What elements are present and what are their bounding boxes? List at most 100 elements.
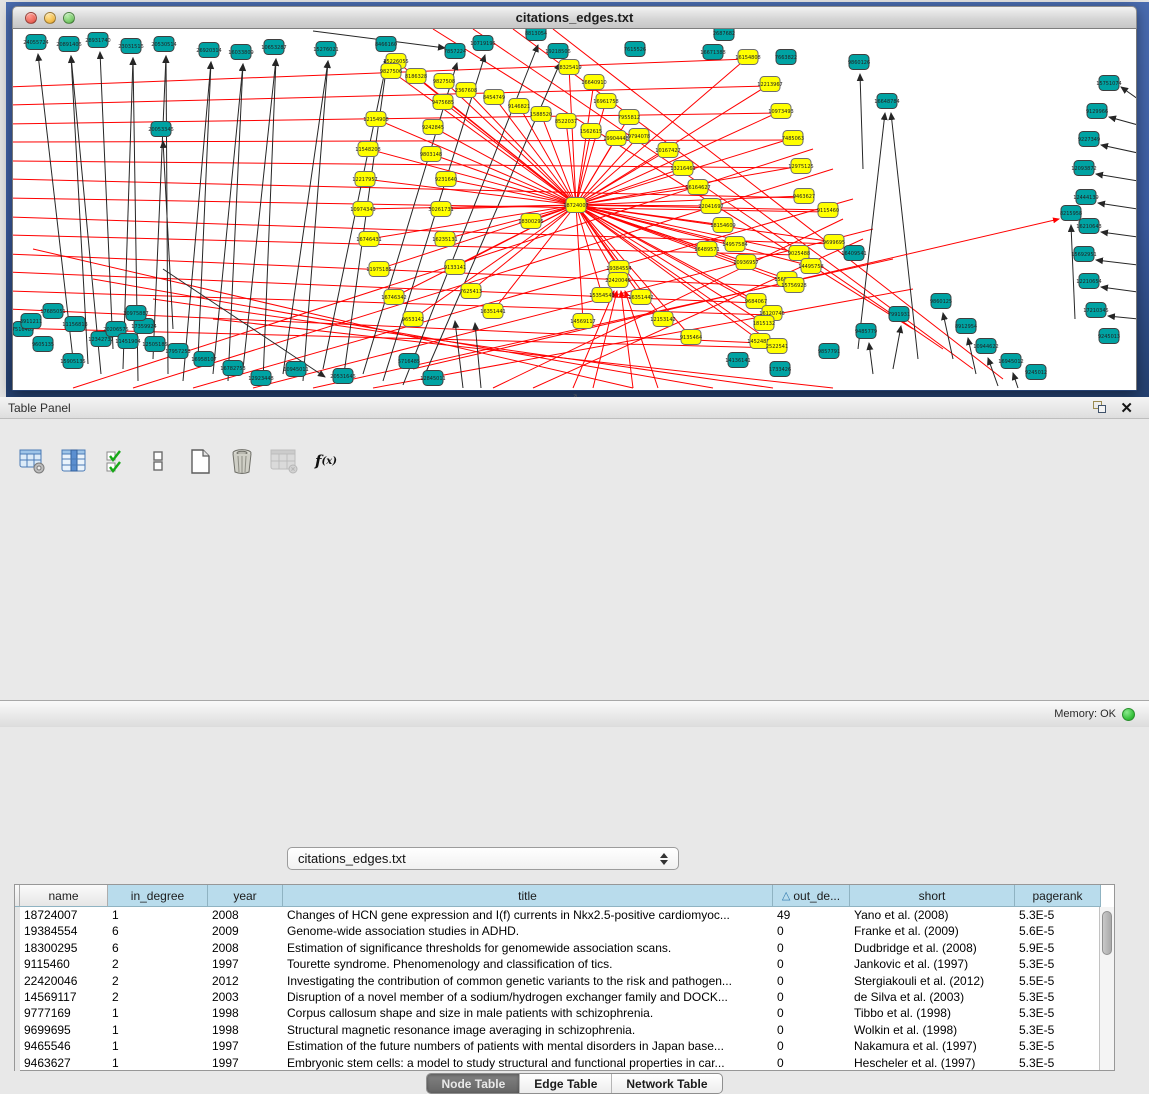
graph-node[interactable]: 15905135 [60,354,85,369]
graph-node[interactable]: 9605135 [32,337,54,352]
table-cell[interactable]: 5.3E-5 [1015,1005,1101,1021]
table-cell[interactable]: Tourette syndrome. Phenomenology and cla… [283,956,773,972]
graph-node[interactable]: 10167427 [655,143,680,158]
graph-node[interactable]: 20531646 [330,369,355,384]
graph-node[interactable]: 8454749 [483,90,505,105]
graph-node[interactable]: 8912954 [955,319,977,334]
graph-node[interactable]: 11975185 [366,262,391,277]
float-panel-icon[interactable] [1093,401,1107,414]
graph-node[interactable]: 14136141 [725,353,750,368]
table-cell[interactable]: 0 [773,923,850,939]
graph-node[interactable]: 9653142 [402,312,424,327]
table-cell[interactable]: 2008 [208,940,283,956]
graph-node[interactable]: 9699695 [823,235,845,250]
graph-node[interactable]: 16640910 [581,75,606,90]
graph-node[interactable]: 26920314 [196,43,221,58]
table-cell[interactable]: 2 [108,956,208,972]
graph-node[interactable]: 12093872 [1071,161,1096,176]
graph-node[interactable]: 30975887 [123,306,148,321]
graph-node[interactable]: 9803148 [420,147,442,162]
graph-node[interactable]: 7663822 [775,50,797,65]
graph-node[interactable]: 11156813 [62,317,87,332]
table-cell[interactable]: Dudbridge et al. (2008) [850,940,1015,956]
table-cell[interactable]: 0 [773,940,850,956]
graph-node[interactable]: 16489571 [694,242,719,257]
graph-node[interactable]: 1588520 [530,107,552,122]
graph-node[interactable]: 7991931 [888,307,910,322]
network-window-titlebar[interactable]: citations_edges.txt [12,6,1137,29]
table-cell[interactable]: 1997 [208,1055,283,1071]
table-cell[interactable]: 6 [108,923,208,939]
tab-network-table[interactable]: Network Table [612,1074,721,1093]
table-cell[interactable]: 9699695 [20,1022,108,1038]
graph-node[interactable]: 2522541 [766,339,788,354]
table-cell[interactable]: de Silva et al. (2003) [850,989,1015,1005]
graph-node[interactable]: 16782753 [220,361,245,376]
table-row[interactable]: 946554611997Estimation of the future num… [15,1038,1114,1054]
function-builder-icon[interactable]: f(x) [312,447,340,475]
graph-node[interactable]: 14957584 [722,237,747,252]
graph-node[interactable]: 9245012 [1025,365,1047,380]
table-cell[interactable]: Nakamura et al. (1997) [850,1038,1015,1054]
graph-node[interactable]: 16958107 [191,352,216,367]
graph-node[interactable]: 12505185 [142,337,167,352]
select-rows-icon[interactable] [102,447,130,475]
graph-node[interactable]: 16033809 [228,45,253,60]
table-cell[interactable]: 9115460 [20,956,108,972]
graph-node[interactable]: 16351442 [628,290,653,305]
table-cell[interactable]: 5.3E-5 [1015,989,1101,1005]
graph-node[interactable]: 8813054 [525,29,547,41]
table-cell[interactable]: 0 [773,1038,850,1054]
table-cell[interactable]: 1998 [208,1005,283,1021]
graph-node[interactable]: 9463627 [793,189,815,204]
table-row[interactable]: 946362711997Embryonic stem cells: a mode… [15,1055,1114,1071]
graph-node[interactable]: 11548208 [355,142,380,157]
table-cell[interactable]: 1998 [208,1022,283,1038]
graph-node[interactable]: 22041697 [698,199,723,214]
graph-node[interactable]: 7485063 [782,131,804,146]
table-vertical-scrollbar[interactable] [1099,907,1114,1070]
table-cell[interactable]: Estimation of the future numbers of pati… [283,1038,773,1054]
graph-node[interactable]: 9860126 [848,55,870,70]
graph-node[interactable]: 18325419 [556,60,581,75]
table-cell[interactable]: 1 [108,907,208,923]
table-cell[interactable]: 49 [773,907,850,923]
graph-node[interactable]: 14495758 [798,259,823,274]
table-row[interactable]: 1938455462009Genome-wide association stu… [15,923,1114,939]
graph-node[interactable]: 10936957 [733,255,758,270]
graph-node[interactable]: 10973493 [768,104,793,119]
row-view-icon[interactable] [144,447,172,475]
graph-node[interactable]: 23031516 [118,39,143,54]
column-header-pagerank[interactable]: pagerank [1015,885,1101,907]
table-row[interactable]: 2242004622012Investigating the contribut… [15,973,1114,989]
graph-node[interactable]: 16210643 [1076,219,1101,234]
table-cell[interactable]: 1 [108,1005,208,1021]
graph-node[interactable]: 30261731 [428,202,453,217]
graph-node[interactable]: 16671388 [700,45,725,60]
table-row[interactable]: 1872400712008Changes of HCN gene express… [15,907,1114,923]
table-selector-dropdown[interactable]: citations_edges.txt [287,847,679,870]
graph-node[interactable]: 13216461 [670,161,695,176]
graph-node[interactable]: 16945012 [998,354,1023,369]
graph-node[interactable]: 16746342 [381,290,406,305]
graph-node[interactable]: 12213967 [757,77,782,92]
table-cell[interactable]: 18724007 [20,907,108,923]
table-cell[interactable]: Genome-wide association studies in ADHD. [283,923,773,939]
graph-node[interactable]: 1815132 [753,316,775,331]
table-cell[interactable]: 1 [108,1022,208,1038]
graph-node[interactable]: 12217957 [352,172,377,187]
graph-node[interactable]: 18300295 [518,214,543,229]
table-cell[interactable]: 5.9E-5 [1015,940,1101,956]
graph-node[interactable]: 12845011 [420,371,445,386]
graph-node[interactable]: 3911211 [20,314,42,329]
graph-node[interactable]: 12923448 [248,371,273,386]
graph-node[interactable]: 16351441 [480,304,505,319]
graph-node[interactable]: 24055724 [23,35,48,50]
table-cell[interactable]: 14569117 [20,989,108,1005]
table-cell[interactable]: 5.6E-5 [1015,923,1101,939]
table-cell[interactable]: 18300295 [20,940,108,956]
graph-node[interactable]: 17210345 [1083,303,1108,318]
graph-node[interactable]: 7625413 [460,284,482,299]
table-row[interactable]: 977716911998Corpus callosum shape and si… [15,1005,1114,1021]
table-cell[interactable]: 0 [773,973,850,989]
